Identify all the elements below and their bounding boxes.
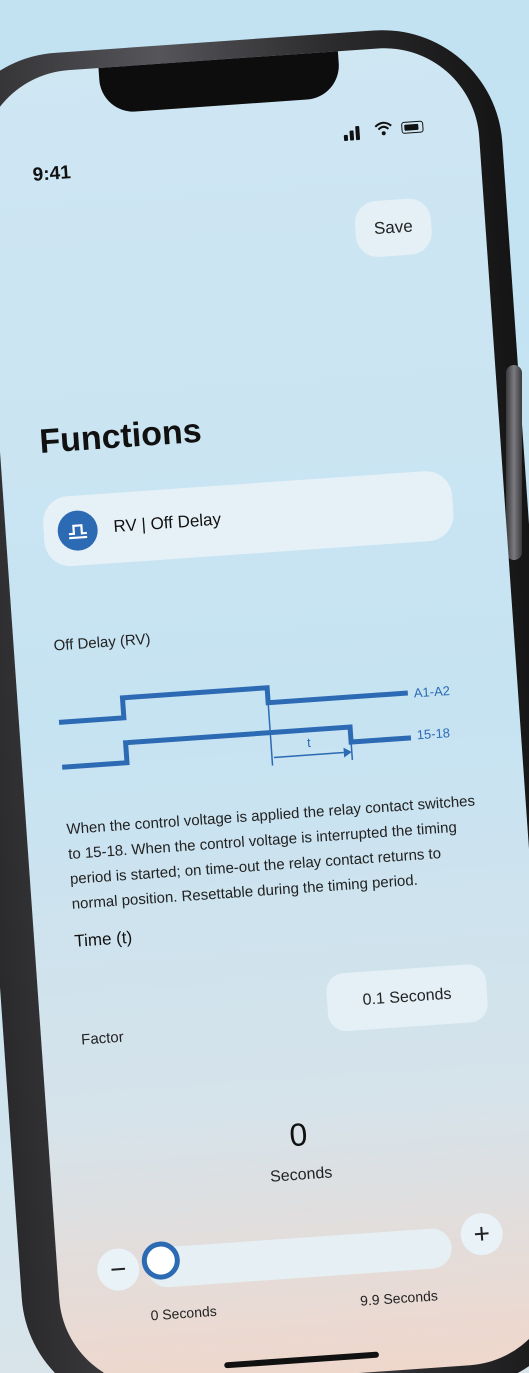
signal-bar: [355, 125, 361, 141]
time-slider[interactable]: − +: [95, 1211, 518, 1296]
diagram-title: Off Delay (RV): [53, 630, 152, 655]
factor-label: Factor: [80, 1028, 125, 1049]
phone-screen: 9:41 Save Functions RV | Off Delay Off D…: [0, 41, 529, 1373]
function-description: When the control voltage is applied the …: [65, 792, 476, 913]
status-time: 9:41: [32, 162, 72, 186]
signal-icon: [343, 134, 349, 142]
page-title: Functions: [38, 411, 203, 461]
time-label: Time (t): [73, 927, 133, 951]
function-selector[interactable]: RV | Off Delay: [41, 469, 456, 568]
increment-button[interactable]: +: [459, 1211, 505, 1257]
slider-track[interactable]: [145, 1227, 453, 1289]
slider-max-label: 9.9 Seconds: [359, 1287, 439, 1309]
factor-button[interactable]: 0.1 Seconds: [325, 963, 489, 1033]
phone-mockup: 9:41 Save Functions RV | Off Delay Off D…: [0, 0, 529, 1373]
series-label-1518: 15-18: [416, 725, 450, 742]
status-icons: [343, 115, 434, 143]
diagram-line-a1a2: [58, 685, 408, 725]
slider-min-label: 0 Seconds: [150, 1302, 218, 1324]
battery-icon: [400, 120, 424, 135]
decrement-button[interactable]: −: [95, 1247, 141, 1292]
save-button[interactable]: Save: [353, 197, 434, 259]
pulse-icon: [56, 509, 100, 552]
timing-diagram: A1-A2 15-18 t: [58, 683, 450, 770]
side-button: [506, 365, 522, 560]
series-label-a1a2: A1-A2: [413, 683, 450, 700]
wifi-icon: [374, 121, 392, 136]
time-marker-label: t: [307, 735, 312, 750]
diagram-line-1518: [61, 724, 412, 770]
signal-bar: [349, 130, 355, 141]
home-indicator[interactable]: [224, 1351, 380, 1369]
function-label: RV | Off Delay: [112, 509, 222, 537]
time-arrow: [273, 751, 344, 759]
